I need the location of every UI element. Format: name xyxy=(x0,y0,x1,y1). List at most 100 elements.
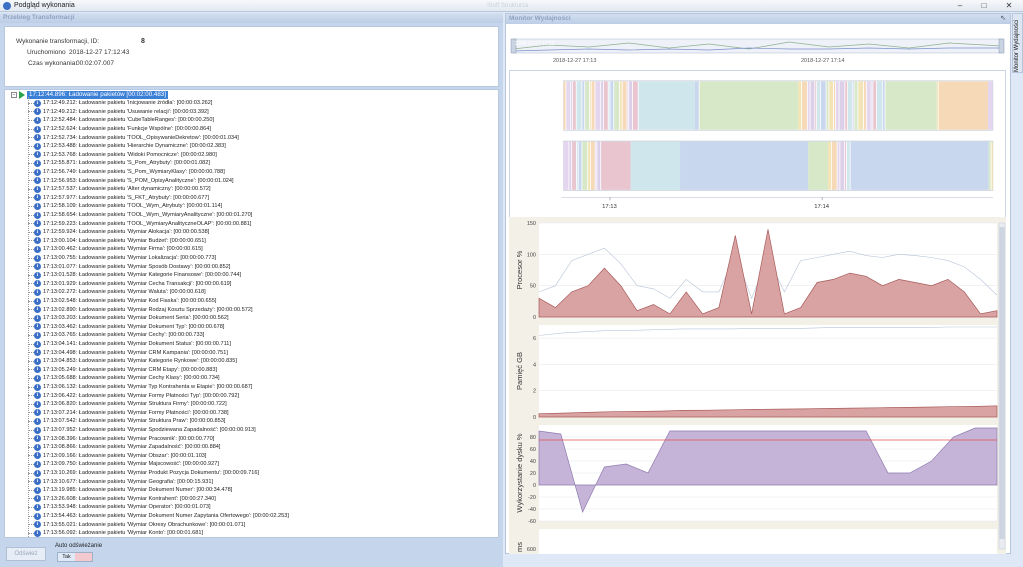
tree-item[interactable]: i17:12:49.212: Ładowanie pakietu 'Usuwan… xyxy=(28,108,209,117)
execution-tree[interactable]: − 17:12:44.896: Ładowanie pakietów [00:0… xyxy=(4,89,499,538)
package-bar[interactable] xyxy=(798,81,801,129)
package-bar[interactable] xyxy=(571,81,572,129)
package-bar[interactable] xyxy=(627,81,628,129)
package-bar[interactable] xyxy=(604,81,608,129)
charts-scrollbar-thumb[interactable] xyxy=(1000,227,1005,539)
maximize-icon[interactable]: □ xyxy=(972,0,996,11)
package-bar[interactable] xyxy=(877,81,882,129)
package-bar[interactable] xyxy=(937,81,938,129)
overview-navigator[interactable]: 2018-12-27 17:13 2018-12-27 17:13 2018-1… xyxy=(509,37,1006,65)
tree-item[interactable]: i17:13:53.948: Ładowanie pakietu 'Wymiar… xyxy=(28,503,211,512)
tree-item[interactable]: i17:12:58.654: Ładowanie pakietu 'TOOL_W… xyxy=(28,211,252,220)
package-bar[interactable] xyxy=(845,81,847,129)
package-bar[interactable] xyxy=(564,81,566,129)
tree-root-node[interactable]: − 17:12:44.896: Ładowanie pakietów [00:0… xyxy=(11,90,168,99)
tree-item[interactable]: i17:12:59.924: Ładowanie pakietu 'Wymiar… xyxy=(28,228,209,237)
refresh-button[interactable]: Odśwież xyxy=(6,547,46,561)
tree-item[interactable]: i17:12:56.749: Ładowanie pakietu 'S_Pom_… xyxy=(28,168,225,177)
package-bar[interactable] xyxy=(836,81,839,129)
tree-item[interactable]: i17:13:05.688: Ładowanie pakietu 'Wymiar… xyxy=(28,374,220,383)
tree-item[interactable]: i17:13:56.092: Ładowanie pakietu 'Wymiar… xyxy=(28,529,203,538)
package-bar[interactable] xyxy=(840,81,845,129)
package-bar[interactable] xyxy=(815,81,816,129)
package-bar[interactable] xyxy=(808,81,810,129)
tree-item[interactable]: i17:13:00.755: Ładowanie pakietu 'Wymiar… xyxy=(28,254,216,263)
package-bar[interactable] xyxy=(847,142,850,190)
tree-item[interactable]: i17:12:57.977: Ładowanie pakietu 'S_FKT_… xyxy=(28,194,209,203)
tree-item[interactable]: i17:13:03.462: Ładowanie pakietu 'Wymiar… xyxy=(28,323,224,332)
package-bar[interactable] xyxy=(620,81,622,129)
package-bar[interactable] xyxy=(864,81,866,129)
package-timeline[interactable]: 17:13 17:14 xyxy=(509,70,1006,222)
package-bar[interactable] xyxy=(592,81,595,129)
tree-item[interactable]: i17:13:10.269: Ładowanie pakietu 'Wymiar… xyxy=(28,469,259,478)
package-bar[interactable] xyxy=(577,81,582,129)
minimize-icon[interactable]: – xyxy=(948,0,972,11)
package-bar[interactable] xyxy=(858,81,863,129)
package-bar[interactable] xyxy=(695,81,699,129)
package-bar[interactable] xyxy=(832,142,837,190)
tree-item[interactable]: i17:12:57.537: Ładowanie pakietu 'Alter … xyxy=(28,185,211,194)
package-bar[interactable] xyxy=(623,81,627,129)
package-bar[interactable] xyxy=(871,81,872,129)
tree-item[interactable]: i17:13:06.132: Ładowanie pakietu 'Wymiar… xyxy=(28,383,252,392)
tree-item[interactable]: i17:13:19.985: Ładowanie pakietu 'Wymiar… xyxy=(28,486,232,495)
package-bar[interactable] xyxy=(591,142,595,190)
tree-item[interactable]: i17:13:04.498: Ładowanie pakietu 'Wymiar… xyxy=(28,348,228,357)
package-bar[interactable] xyxy=(883,81,885,129)
tree-item[interactable]: i17:13:01.528: Ładowanie pakietu 'Wymiar… xyxy=(28,271,241,280)
package-bar[interactable] xyxy=(609,81,610,129)
tree-item[interactable]: i17:13:00.462: Ładowanie pakietu 'Wymiar… xyxy=(28,245,203,254)
package-bar[interactable] xyxy=(853,81,854,129)
package-bar[interactable] xyxy=(566,81,570,129)
package-bar[interactable] xyxy=(939,81,988,129)
package-bar[interactable] xyxy=(569,142,571,190)
toggle-off-segment[interactable] xyxy=(75,553,92,561)
tree-item[interactable]: i17:13:04.141: Ładowanie pakietu 'Wymiar… xyxy=(28,340,231,349)
package-bar[interactable] xyxy=(582,142,587,190)
tree-item[interactable]: i17:13:00.104: Ładowanie pakietu 'Wymiar… xyxy=(28,237,206,246)
package-bar[interactable] xyxy=(601,142,631,190)
tree-item[interactable]: i17:12:59.223: Ładowanie pakietu 'TOOL_W… xyxy=(28,219,251,228)
package-bar[interactable] xyxy=(631,142,680,190)
package-bar[interactable] xyxy=(564,142,569,190)
tree-item[interactable]: i17:13:09.166: Ładowanie pakietu 'Wymiar… xyxy=(28,452,206,461)
monitor-side-tab[interactable]: Monitor Wydajności xyxy=(1012,13,1023,73)
package-bar[interactable] xyxy=(601,81,603,129)
tree-item[interactable]: i17:13:01.077: Ładowanie pakietu 'Wymiar… xyxy=(28,262,230,271)
package-bar[interactable] xyxy=(988,81,993,129)
package-bar[interactable] xyxy=(595,81,600,129)
package-bar[interactable] xyxy=(840,142,844,190)
tree-item[interactable]: i17:13:55.021: Ładowanie pakietu 'Wymiar… xyxy=(28,520,245,529)
tree-item[interactable]: i17:13:08.396: Ładowanie pakietu 'Wymiar… xyxy=(28,434,214,443)
tree-item[interactable]: i17:12:53.488: Ładowanie pakietu 'Hierar… xyxy=(28,142,226,151)
package-bar[interactable] xyxy=(614,81,619,129)
package-bar[interactable] xyxy=(867,81,871,129)
tree-item[interactable]: i17:13:02.548: Ładowanie pakietu 'Wymiar… xyxy=(28,297,216,306)
package-bar[interactable] xyxy=(572,142,576,190)
tree-item[interactable]: i17:12:49.212: Ładowanie pakietu 'Inicjo… xyxy=(28,99,212,108)
package-bar[interactable] xyxy=(639,81,695,129)
close-icon[interactable]: ✕ xyxy=(997,0,1021,11)
package-bar[interactable] xyxy=(810,81,814,129)
package-bar[interactable] xyxy=(680,142,808,190)
tree-item[interactable]: i17:12:55.871: Ładowanie pakietu 'S_Pom_… xyxy=(28,159,210,168)
package-bar[interactable] xyxy=(885,81,936,129)
tree-item[interactable]: i17:13:07.542: Ładowanie pakietu 'Wymiar… xyxy=(28,417,225,426)
package-bar[interactable] xyxy=(851,142,989,190)
package-bar[interactable] xyxy=(817,81,820,129)
tree-item[interactable]: i17:13:26.608: Ładowanie pakietu 'Wymiar… xyxy=(28,495,216,504)
package-bar[interactable] xyxy=(579,142,582,190)
tree-item[interactable]: i17:12:52.624: Ładowanie pakietu 'Funkcj… xyxy=(28,125,211,134)
package-bar[interactable] xyxy=(808,142,828,190)
tree-item[interactable]: i17:13:54.463: Ładowanie pakietu 'Wymiar… xyxy=(28,512,289,521)
tree-item[interactable]: i17:13:02.272: Ładowanie pakietu 'Wymiar… xyxy=(28,288,206,297)
package-bar[interactable] xyxy=(834,81,835,129)
package-bar[interactable] xyxy=(838,142,840,190)
package-bar[interactable] xyxy=(588,142,590,190)
tree-item[interactable]: i17:13:09.750: Ładowanie pakietu 'Wymiar… xyxy=(28,460,219,469)
tree-item[interactable]: i17:13:03.203: Ładowanie pakietu 'Wymiar… xyxy=(28,314,229,323)
package-bar[interactable] xyxy=(855,81,858,129)
package-bar[interactable] xyxy=(873,81,876,129)
package-bar[interactable] xyxy=(610,81,613,129)
